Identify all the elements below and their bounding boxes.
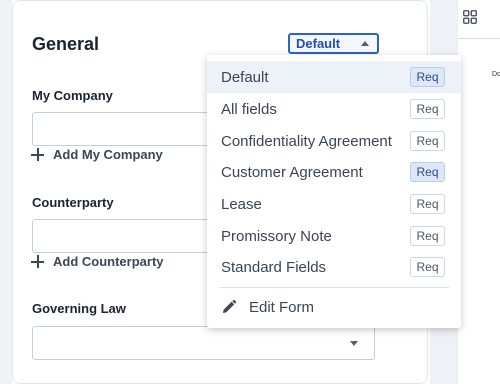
- counterparty-label: Counterparty: [32, 195, 114, 210]
- panel-title: General: [32, 34, 100, 54]
- required-toggle[interactable]: Req: [410, 226, 445, 246]
- required-toggle[interactable]: Req: [410, 131, 445, 151]
- my-company-label: My Company: [32, 88, 113, 103]
- dropdown-option-customer-agreement[interactable]: Customer Agreement Req: [207, 156, 461, 188]
- option-label: Promissory Note: [221, 227, 332, 245]
- option-label: Customer Agreement: [221, 163, 363, 181]
- add-counterparty-label: Add Counterparty: [53, 254, 164, 269]
- option-label: Lease: [221, 195, 262, 213]
- page-background-left: [0, 0, 12, 384]
- required-toggle[interactable]: Req: [410, 67, 445, 87]
- option-label: Standard Fields: [221, 258, 327, 276]
- dropdown-option-confidentiality-agreement[interactable]: Confidentiality Agreement Req: [207, 125, 461, 157]
- add-counterparty-button[interactable]: Add Counterparty: [31, 254, 164, 269]
- governing-law-select[interactable]: [32, 326, 375, 360]
- required-toggle[interactable]: Req: [410, 257, 445, 277]
- form-preset-dropdown: Default Req All fields Req Confidentiali…: [207, 55, 461, 328]
- document-preview-strip: Do: [458, 38, 500, 385]
- pencil-icon: [223, 299, 237, 313]
- dropdown-option-standard-fields[interactable]: Standard Fields Req: [207, 251, 461, 283]
- required-toggle[interactable]: Req: [410, 162, 445, 182]
- dropdown-option-all-fields[interactable]: All fields Req: [207, 93, 461, 125]
- edit-form-button[interactable]: Edit Form: [221, 295, 314, 319]
- add-my-company-label: Add My Company: [53, 147, 163, 162]
- option-label: Default: [221, 68, 269, 86]
- plus-icon: [31, 148, 44, 161]
- edit-form-label: Edit Form: [249, 298, 315, 316]
- plus-icon: [31, 255, 44, 268]
- option-label: Confidentiality Agreement: [221, 132, 392, 150]
- counterparty-field[interactable]: [32, 219, 222, 253]
- dropdown-option-promissory-note[interactable]: Promissory Note Req: [207, 220, 461, 252]
- my-company-field[interactable]: [32, 112, 222, 146]
- dropdown-option-lease[interactable]: Lease Req: [207, 188, 461, 220]
- form-preset-select[interactable]: Default: [288, 33, 379, 54]
- preview-snippet: Do: [492, 71, 500, 78]
- form-preset-value: Default: [296, 36, 341, 51]
- dropdown-divider: [219, 287, 449, 288]
- option-label: All fields: [221, 100, 277, 118]
- grid-icon[interactable]: [463, 10, 477, 24]
- chevron-up-icon: [361, 41, 369, 46]
- dropdown-option-default[interactable]: Default Req: [207, 61, 461, 93]
- add-my-company-button[interactable]: Add My Company: [31, 147, 163, 162]
- required-toggle[interactable]: Req: [410, 99, 445, 119]
- governing-law-label: Governing Law: [32, 301, 126, 316]
- chevron-down-icon: [350, 341, 358, 346]
- required-toggle[interactable]: Req: [410, 194, 445, 214]
